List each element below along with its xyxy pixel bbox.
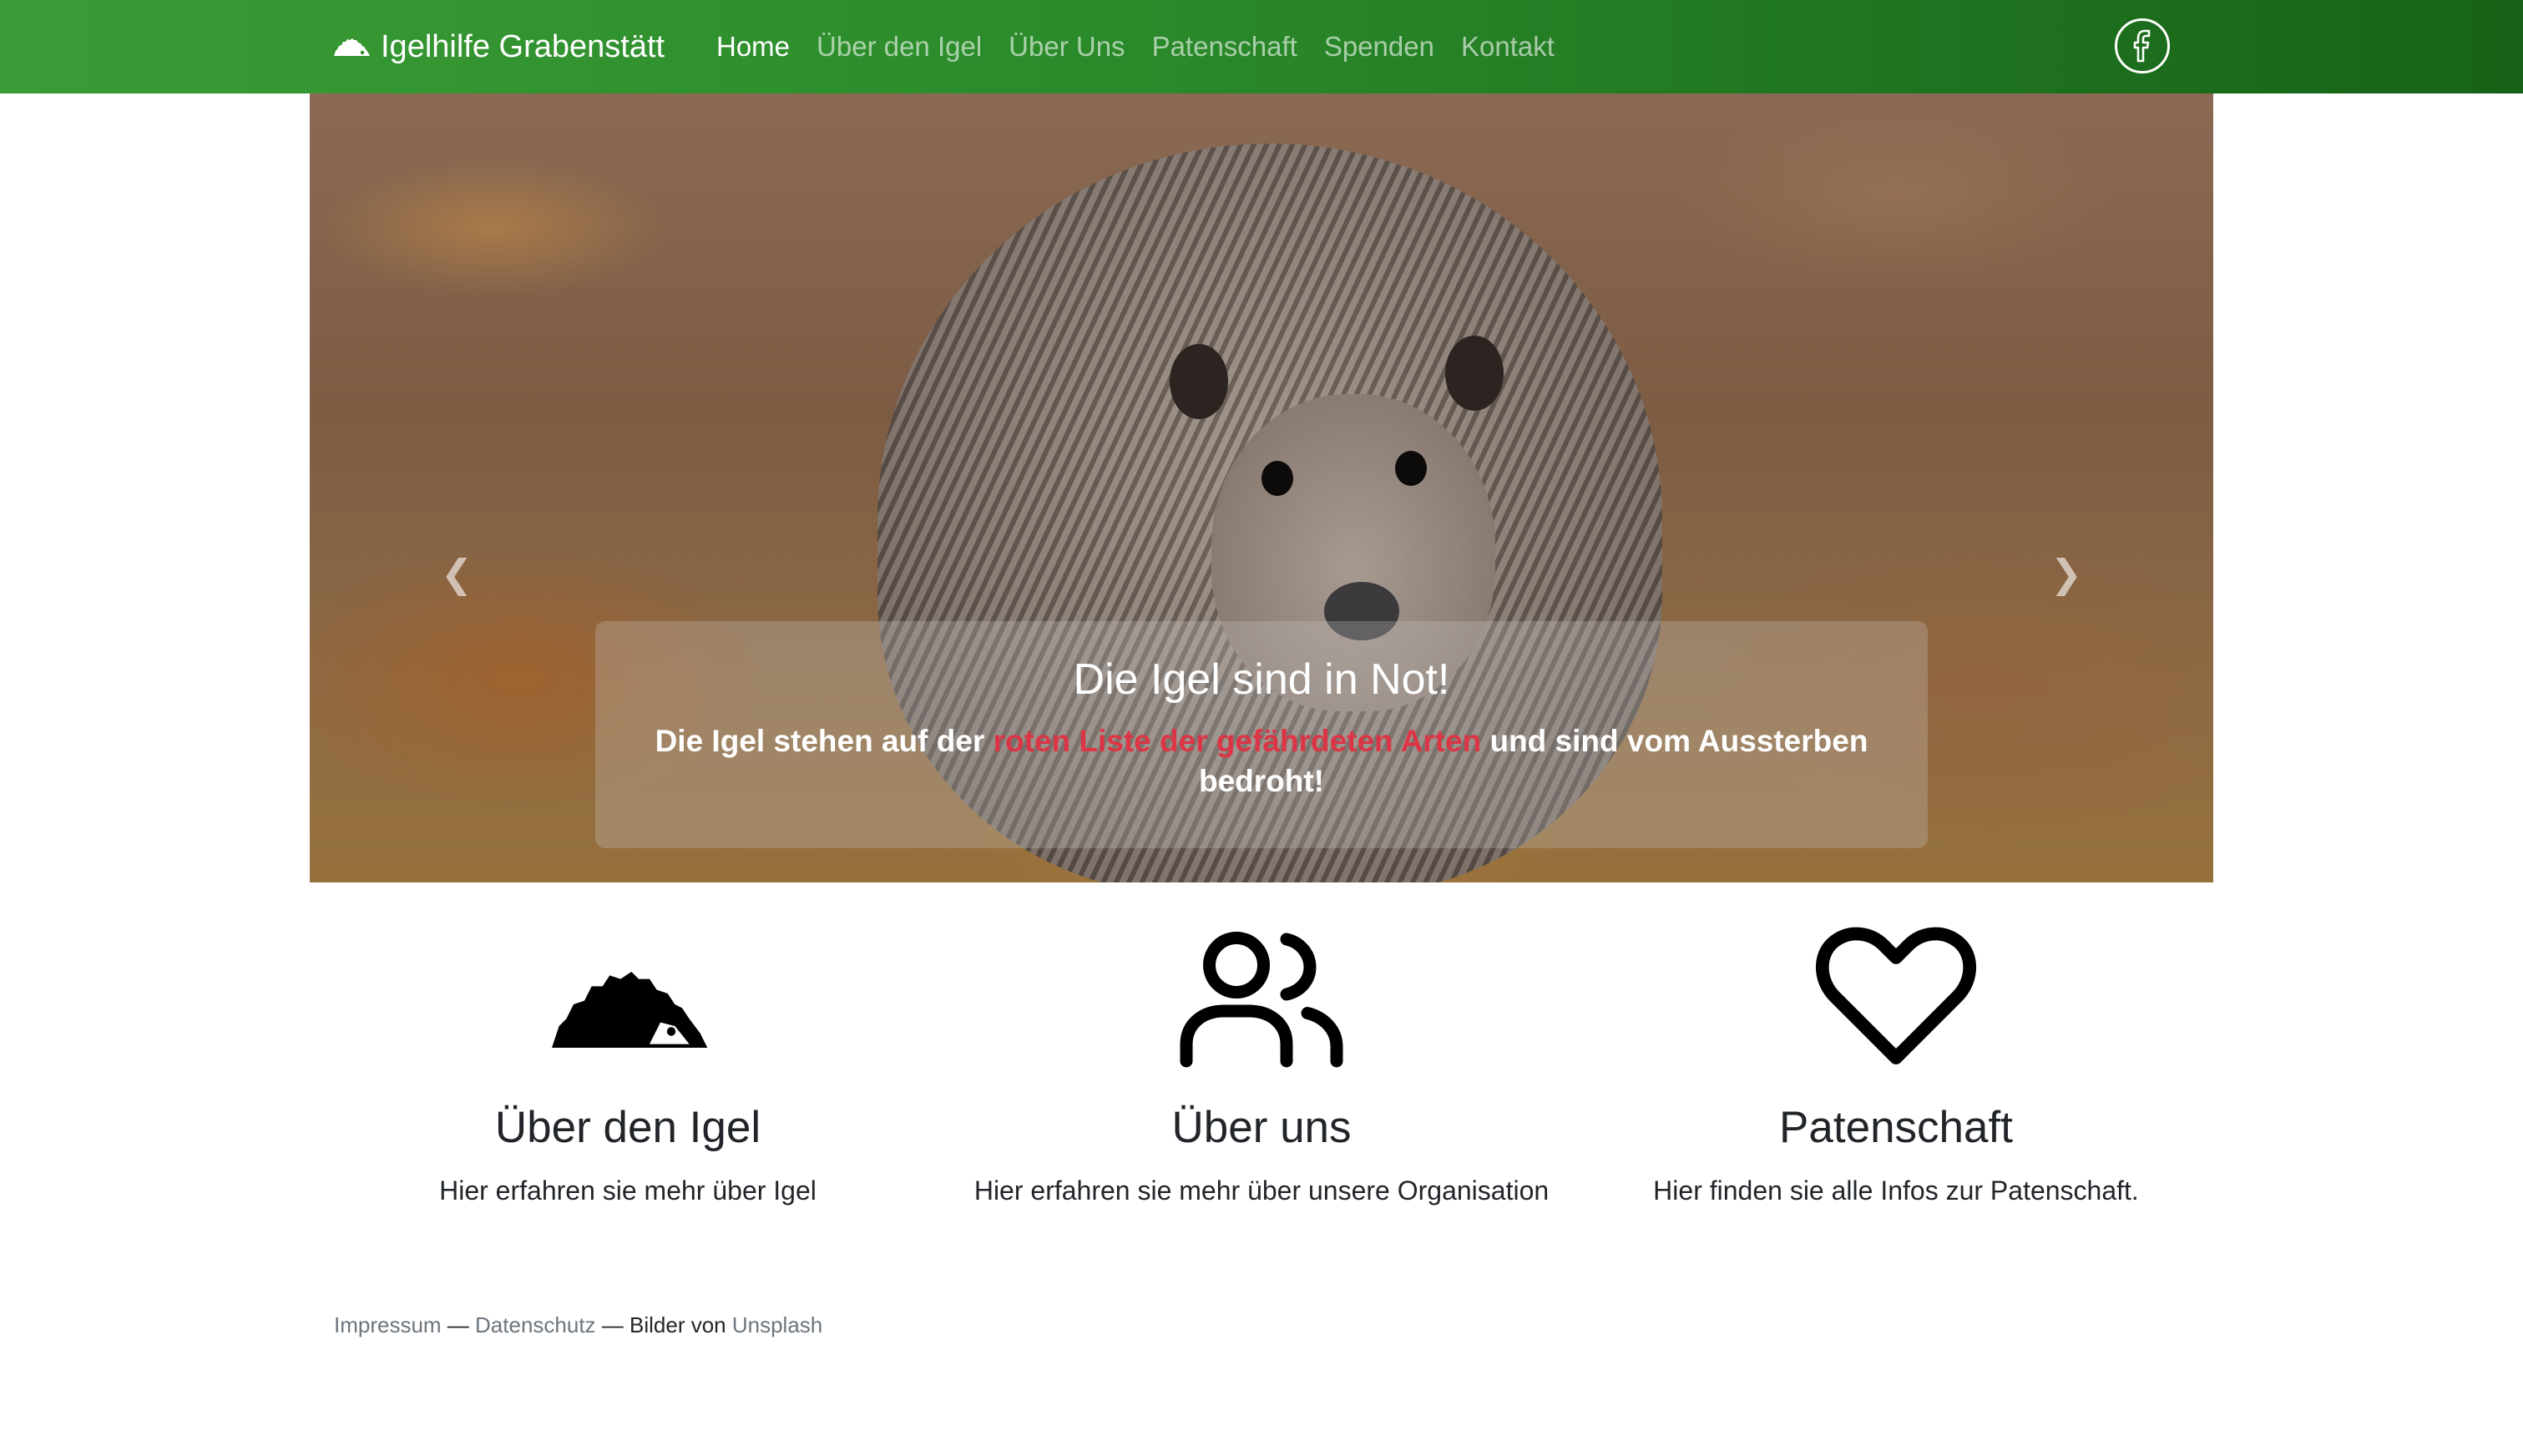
hero-carousel: ❮ ❯ Die Igel sind in Not! Die Igel stehe… (310, 94, 2213, 882)
footer-unsplash-link[interactable]: Unsplash (732, 1312, 822, 1337)
footer-separator: — (441, 1312, 476, 1337)
feature-title: Patenschaft (1779, 1103, 2013, 1152)
hero-image-hedgehog-ear-left (1170, 344, 1228, 419)
footer-impressum-link[interactable]: Impressum (334, 1312, 442, 1337)
nav-link-home[interactable]: Home (716, 31, 790, 63)
feature-title: Über den Igel (494, 1103, 761, 1152)
feature-patenschaft[interactable]: Patenschaft Hier finden sie alle Infos z… (1604, 927, 2188, 1206)
brand-link[interactable]: Igelhilfe Grabenstätt (332, 0, 665, 94)
footer: Impressum — Datenschutz — Bilder von Uns… (334, 1312, 822, 1338)
feature-ueber-den-igel[interactable]: Über den Igel Hier erfahren sie mehr übe… (336, 927, 920, 1206)
facebook-link[interactable] (2115, 18, 2170, 73)
nav-link-ueber-den-igel[interactable]: Über den Igel (817, 31, 982, 63)
footer-datenschutz-link[interactable]: Datenschutz (475, 1312, 596, 1337)
chevron-left-icon: ❮ (440, 552, 473, 595)
carousel-caption: Die Igel sind in Not! Die Igel stehen au… (595, 621, 1928, 848)
heart-icon (1815, 927, 1977, 1064)
caption-text-highlight: roten Liste der gefährdeten Arten (993, 724, 1482, 758)
users-icon (1180, 932, 1343, 1068)
feature-title: Über uns (1171, 1103, 1352, 1152)
hedgehog-icon (552, 972, 708, 1048)
carousel-next-button[interactable]: ❯ (2041, 549, 2091, 599)
caption-text: Die Igel stehen auf der roten Liste der … (629, 721, 1894, 801)
feature-text: Hier erfahren sie mehr über Igel (439, 1175, 817, 1206)
nav-links: Home Über den Igel Über Uns Patenschaft … (716, 0, 1581, 94)
chevron-right-icon: ❯ (2050, 552, 2083, 595)
navbar: Igelhilfe Grabenstätt Home Über den Igel… (0, 0, 2523, 94)
facebook-icon (2133, 29, 2151, 63)
hero-image-hedgehog-ear-right (1445, 336, 1504, 411)
hero-image-hedgehog-eye-right (1395, 451, 1427, 486)
feature-text: Hier finden sie alle Infos zur Patenscha… (1653, 1175, 2139, 1206)
carousel-prev-button[interactable]: ❮ (432, 549, 482, 599)
hero-image-hedgehog-eye-left (1262, 461, 1293, 496)
nav-link-patenschaft[interactable]: Patenschaft (1152, 31, 1297, 63)
hedgehog-icon (334, 38, 370, 56)
nav-link-kontakt[interactable]: Kontakt (1461, 31, 1555, 63)
caption-title: Die Igel sind in Not! (1073, 655, 1450, 704)
brand-name: Igelhilfe Grabenstätt (381, 28, 665, 64)
nav-link-spenden[interactable]: Spenden (1324, 31, 1434, 63)
footer-credits-text: — Bilder von (595, 1312, 732, 1337)
nav-link-ueber-uns[interactable]: Über Uns (1009, 31, 1125, 63)
feature-ueber-uns[interactable]: Über uns Hier erfahren sie mehr über uns… (969, 927, 1554, 1206)
feature-text: Hier erfahren sie mehr über unsere Organ… (973, 1175, 1550, 1206)
caption-text-before: Die Igel stehen auf der (655, 724, 994, 758)
